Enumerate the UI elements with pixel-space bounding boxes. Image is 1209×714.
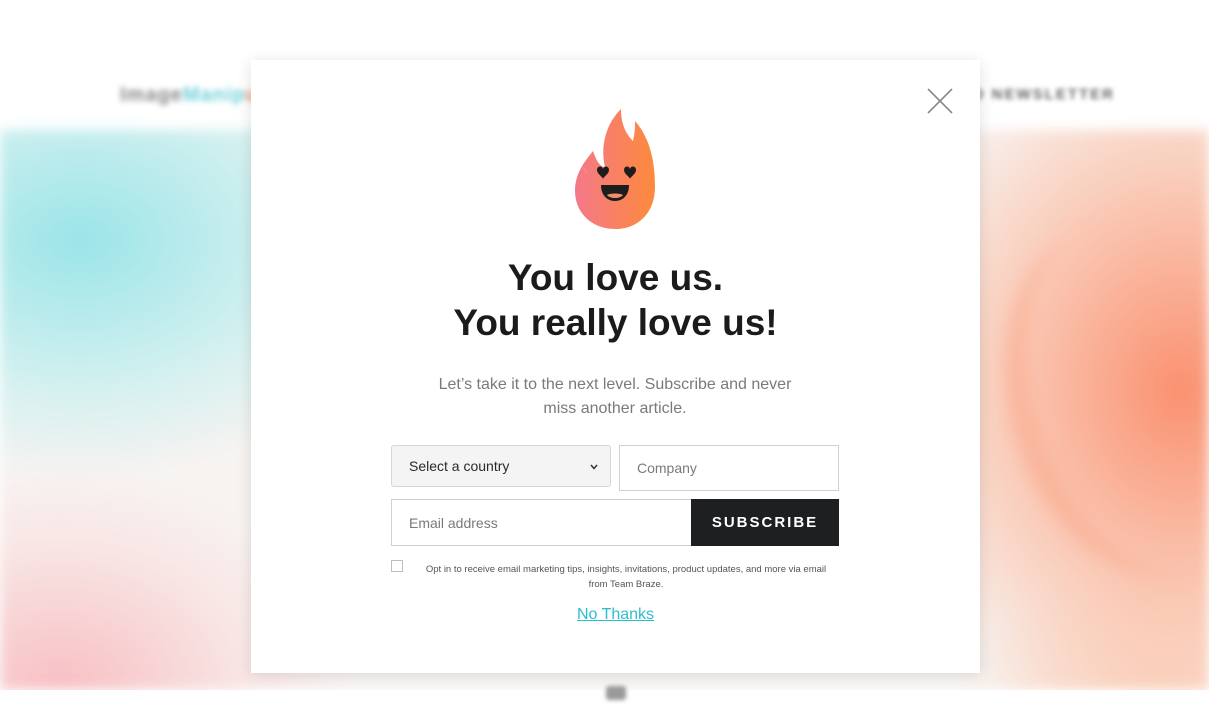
background-footer xyxy=(0,690,1209,714)
logo-part: Manip xyxy=(182,84,246,106)
close-icon[interactable] xyxy=(926,87,954,115)
no-thanks-link[interactable]: No Thanks xyxy=(251,606,980,624)
flame-mascot-icon xyxy=(573,107,657,231)
headline: You love us. You really love us! xyxy=(251,255,980,345)
country-select-value: Select a country xyxy=(409,458,510,474)
subtitle: Let’s take it to the next level. Subscri… xyxy=(438,376,792,417)
subscribe-button[interactable]: SUBSCRIBE xyxy=(691,499,839,546)
optin-label: Opt in to receive email marketing tips, … xyxy=(425,564,827,590)
logo-part: Image xyxy=(120,84,183,106)
headline-line-1: You love us. xyxy=(507,257,724,298)
subscribe-modal: You love us. You really love us! Let’s t… xyxy=(251,60,980,673)
company-input[interactable] xyxy=(619,445,839,491)
background-footer-icon xyxy=(606,686,626,700)
optin-checkbox[interactable] xyxy=(391,560,403,572)
country-select[interactable]: Select a country xyxy=(391,445,611,487)
email-input[interactable] xyxy=(391,499,692,546)
chevron-down-icon xyxy=(588,460,600,472)
headline-line-2: You really love us! xyxy=(453,302,778,343)
